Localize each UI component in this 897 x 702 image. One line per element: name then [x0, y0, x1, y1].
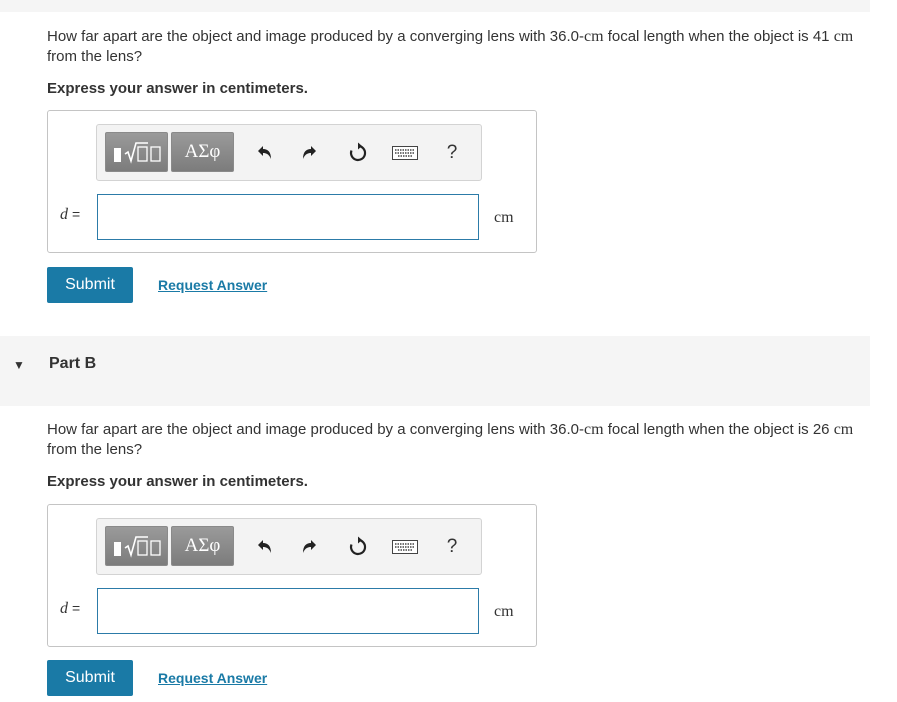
- top-strip: [0, 0, 870, 12]
- part-a-question: How far apart are the object and image p…: [47, 27, 867, 67]
- help-icon[interactable]: ?: [440, 535, 464, 559]
- template-button[interactable]: [105, 132, 168, 172]
- unit-label: cm: [494, 209, 514, 226]
- variable-label: d =: [60, 600, 81, 617]
- question-text: from the lens?: [47, 441, 143, 458]
- part-a-answer-input[interactable]: [97, 194, 479, 240]
- question-text: How far apart are the object and image p…: [47, 421, 584, 438]
- part-b-answer-input[interactable]: [97, 588, 479, 634]
- part-b-header[interactable]: ▼ Part B: [0, 336, 870, 406]
- keyboard-icon[interactable]: [391, 535, 419, 559]
- redo-icon[interactable]: [298, 141, 322, 165]
- template-icon: [113, 142, 161, 164]
- undo-icon[interactable]: [252, 535, 276, 559]
- math-toolbar: ΑΣφ ?: [96, 124, 482, 181]
- question-text: focal length when the object is 26: [603, 421, 834, 438]
- redo-icon[interactable]: [298, 535, 322, 559]
- distance-unit: cm: [833, 421, 854, 438]
- variable-label: d =: [60, 206, 81, 223]
- part-b-request-answer-link[interactable]: Request Answer: [158, 670, 267, 686]
- part-b-question: How far apart are the object and image p…: [47, 420, 867, 460]
- greek-symbols-button[interactable]: ΑΣφ: [171, 526, 234, 566]
- caret-down-icon: ▼: [13, 358, 25, 372]
- focal-unit: cm: [583, 421, 604, 438]
- part-b-submit-button[interactable]: Submit: [47, 660, 133, 696]
- help-icon[interactable]: ?: [440, 141, 464, 165]
- part-b-title: Part B: [49, 355, 97, 372]
- part-b-answer-box: ΑΣφ ? d = cm: [47, 504, 537, 647]
- question-text: How far apart are the object and image p…: [47, 28, 584, 45]
- template-button[interactable]: [105, 526, 168, 566]
- greek-symbols-button[interactable]: ΑΣφ: [171, 132, 234, 172]
- part-a-answer-box: ΑΣφ ? d = cm: [47, 110, 537, 253]
- template-icon: [113, 536, 161, 558]
- focal-unit: cm: [583, 28, 604, 45]
- reset-icon[interactable]: [346, 535, 370, 559]
- part-a-instruction: Express your answer in centimeters.: [47, 80, 308, 97]
- math-toolbar: ΑΣφ ?: [96, 518, 482, 575]
- reset-icon[interactable]: [346, 141, 370, 165]
- part-a-submit-button[interactable]: Submit: [47, 267, 133, 303]
- undo-icon[interactable]: [252, 141, 276, 165]
- keyboard-icon[interactable]: [391, 141, 419, 165]
- question-text: focal length when the object is 41: [603, 28, 834, 45]
- part-b-instruction: Express your answer in centimeters.: [47, 473, 308, 490]
- distance-unit: cm: [833, 28, 854, 45]
- part-a-request-answer-link[interactable]: Request Answer: [158, 277, 267, 293]
- question-text: from the lens?: [47, 48, 143, 65]
- unit-label: cm: [494, 603, 514, 620]
